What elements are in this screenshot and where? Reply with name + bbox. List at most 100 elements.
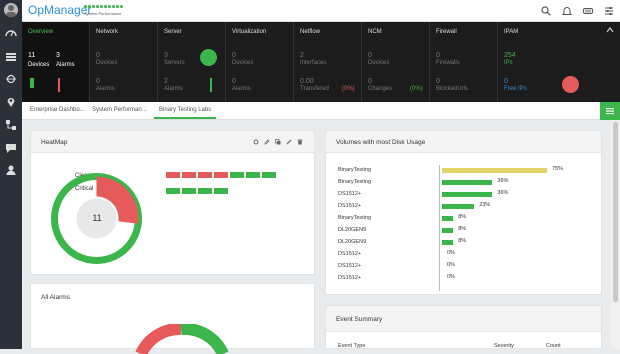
- volume-row[interactable]: BinaryTesting 75%: [326, 165, 616, 177]
- heatmap-center-value: 11: [92, 213, 102, 223]
- chat-icon[interactable]: [4, 141, 18, 155]
- volume-name: DL20GEN9: [338, 239, 367, 245]
- bell-icon[interactable]: [561, 5, 573, 17]
- ncm-devices-label: Devices: [368, 60, 390, 66]
- network-title: Network: [96, 29, 119, 35]
- virtualization-alarms-count: 0: [232, 78, 236, 85]
- volume-bar: [442, 192, 493, 197]
- volume-row[interactable]: DS1512+ 36%: [326, 189, 616, 201]
- network-column[interactable]: Network 0 Devices 0 Alarms: [90, 22, 158, 102]
- overview-alarms-label: Alarms: [56, 62, 75, 68]
- volume-name: BinaryTesting: [338, 215, 372, 221]
- virtualization-column[interactable]: Virtualization 0 Devices 0 Alarms: [226, 22, 294, 102]
- top-bar: OpManager System Performance: [22, 0, 620, 22]
- heatmap-cell[interactable]: [181, 171, 197, 179]
- volume-percent: 36%: [497, 190, 509, 196]
- volume-row[interactable]: DL20GEN9 8%: [326, 225, 616, 237]
- apps-toggle-icon[interactable]: [582, 5, 594, 17]
- server-column[interactable]: Server 3 Servers 2 Alarms: [158, 22, 226, 102]
- heatmap-cell[interactable]: [165, 187, 181, 195]
- heatmap-cell[interactable]: [197, 187, 213, 195]
- user-icon[interactable]: [4, 163, 18, 177]
- dashboard-tabs: Enterprise Dashbo... System Performan...…: [22, 102, 620, 120]
- map-pin-icon[interactable]: [4, 95, 18, 109]
- heatmap-cell[interactable]: [245, 171, 261, 179]
- netflow-transfer-value: 0.00: [300, 78, 314, 85]
- volume-row[interactable]: DS1512+ 0%: [326, 273, 616, 285]
- volume-name: BinaryTesting: [338, 167, 372, 173]
- copy-icon[interactable]: [275, 139, 281, 147]
- alarms-title: All Alarms: [41, 294, 70, 301]
- volume-bar: [442, 228, 454, 233]
- volume-row[interactable]: BinaryTesting 8%: [326, 213, 616, 225]
- volume-row[interactable]: DL20GEN9 8%: [326, 237, 616, 249]
- heatmap-cell[interactable]: [197, 171, 213, 179]
- ipam-free-count: 0: [504, 78, 508, 85]
- search-icon[interactable]: [540, 5, 552, 17]
- firewall-label: Firewalls: [436, 60, 460, 66]
- ipam-status-dot: [562, 76, 579, 93]
- user-avatar[interactable]: [4, 3, 18, 17]
- netflow-transfer-label: Transfered: [300, 86, 329, 92]
- server-status-dot: [200, 49, 217, 66]
- tab-enterprise-dashboard[interactable]: Enterprise Dashbo...: [30, 107, 85, 113]
- overview-column[interactable]: Overview 11 Devices 3 Alarms: [22, 22, 90, 102]
- edit-icon[interactable]: [264, 139, 270, 147]
- ipam-title: IPAM: [504, 29, 519, 35]
- events-title: Event Summary: [336, 316, 383, 323]
- netflow-column[interactable]: Netflow 2 Interfaces 0.00 Transfered (0%…: [294, 22, 362, 102]
- ncm-title: NCM: [368, 29, 382, 35]
- volume-row[interactable]: BinaryTesting 36%: [326, 177, 616, 189]
- dashboard-menu-button[interactable]: [600, 102, 620, 120]
- heatmap-cell[interactable]: [181, 187, 197, 195]
- volume-name: BinaryTesting: [338, 179, 372, 185]
- event-type-header[interactable]: Event Type: [338, 343, 365, 349]
- firewall-column[interactable]: Firewall 0 Firewalls 0 BlockedUrls: [430, 22, 498, 102]
- ipam-column[interactable]: IPAM 254 IPs 0 Free IPs: [498, 22, 606, 102]
- page-scrollbar[interactable]: [611, 120, 620, 349]
- overview-alarms-count: 3: [56, 52, 60, 59]
- volume-bar: [442, 216, 454, 221]
- ncm-changes-label: Changes: [368, 86, 393, 92]
- virtualization-title: Virtualization: [232, 29, 267, 35]
- collapse-chevron-icon[interactable]: [606, 26, 614, 34]
- heatmap-cell[interactable]: [165, 171, 181, 179]
- app-title[interactable]: OpManager: [28, 3, 91, 17]
- volume-percent: 75%: [552, 166, 564, 172]
- alarm-bug-icon[interactable]: [4, 72, 18, 86]
- ncm-devices-count: 0: [368, 52, 372, 59]
- workflow-icon[interactable]: [4, 118, 18, 132]
- dashboard-icon[interactable]: [4, 27, 18, 41]
- heatmap-title: HeatMap: [41, 139, 68, 146]
- volume-bar: [442, 168, 547, 173]
- ipam-ips-count: 254: [504, 52, 516, 59]
- tab-system-performance[interactable]: System Performan...: [92, 107, 147, 113]
- network-alarms-label: Alarms: [96, 86, 115, 92]
- alarms-status-bar: [58, 78, 60, 92]
- netflow-percent-badge: (0%): [342, 86, 355, 92]
- volume-name: DS1512+: [338, 263, 362, 269]
- refresh-icon[interactable]: [253, 139, 259, 147]
- ncm-column[interactable]: NCM 0 Devices 0 Changes (0%): [362, 22, 430, 102]
- volume-row[interactable]: DS1512+ 0%: [326, 261, 616, 273]
- heatmap-cell[interactable]: [213, 187, 229, 195]
- alarms-clear-arc: [180, 324, 229, 354]
- tab-binary-testing-labs[interactable]: Binary Testing Labs: [154, 107, 217, 119]
- volume-row[interactable]: DS1512+ 0%: [326, 249, 616, 261]
- settings-sliders-icon[interactable]: [603, 5, 615, 17]
- heatmap-cell[interactable]: [261, 171, 277, 179]
- severity-header[interactable]: Severity: [494, 343, 514, 349]
- ncm-changes-count: 0: [368, 78, 372, 85]
- overview-devices-label: Devices: [28, 62, 50, 68]
- count-header[interactable]: Count: [546, 343, 561, 349]
- volumes-panel: Volumes with most Disk Usage BinaryTesti…: [325, 130, 602, 295]
- link-icon[interactable]: [286, 139, 292, 147]
- scrollbar-thumb[interactable]: [613, 122, 618, 302]
- heatmap-cell[interactable]: [213, 171, 229, 179]
- volume-row[interactable]: DS1512+ 23%: [326, 201, 616, 213]
- netflow-interfaces-label: Interfaces: [300, 60, 327, 66]
- inventory-icon[interactable]: [4, 50, 18, 64]
- delete-icon[interactable]: [297, 139, 303, 147]
- heatmap-cell[interactable]: [229, 171, 245, 179]
- devices-status-bar: [30, 78, 34, 88]
